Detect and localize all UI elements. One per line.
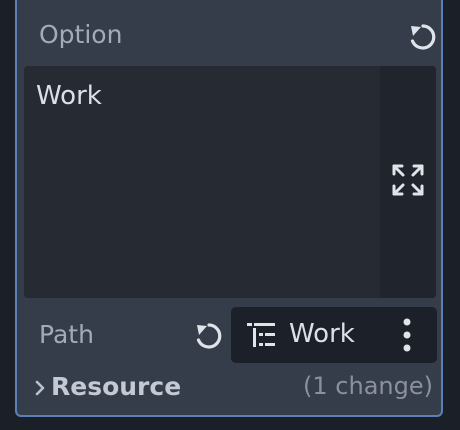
kebab-menu-icon[interactable] [397, 317, 417, 353]
inspector-panel: Option Work Path Work Resource (1 change… [15, 0, 443, 417]
resource-label: Resource [51, 372, 182, 401]
expand-icon[interactable] [390, 162, 426, 198]
node-tree-icon [245, 319, 277, 351]
revert-icon[interactable] [407, 21, 439, 53]
option-text-area[interactable]: Work [36, 81, 376, 281]
path-label: Path [39, 320, 94, 349]
option-text-editor: Work [24, 66, 436, 298]
revert-icon[interactable] [193, 320, 225, 352]
chevron-right-icon [33, 378, 47, 398]
resource-section-header[interactable]: Resource (1 change) [17, 368, 441, 408]
node-path-button[interactable]: Work [231, 307, 437, 363]
option-property-row: Option [17, 6, 441, 56]
change-count: (1 change) [303, 372, 433, 400]
option-label: Option [39, 20, 123, 49]
editor-side-bar [380, 66, 436, 298]
node-name: Work [289, 319, 355, 349]
